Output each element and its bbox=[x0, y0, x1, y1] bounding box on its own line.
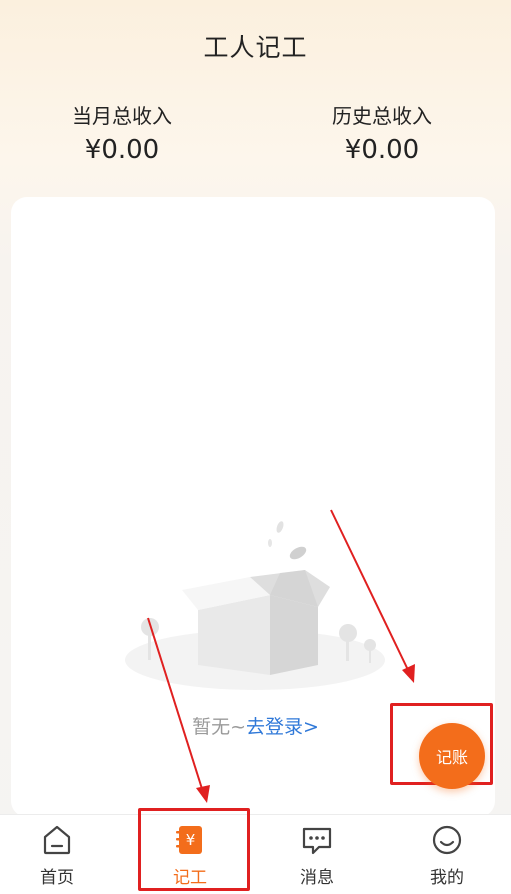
home-icon bbox=[43, 825, 71, 855]
tab-messages[interactable]: 消息 bbox=[277, 823, 357, 888]
tab-home[interactable]: 首页 bbox=[17, 823, 97, 888]
month-income-label: 当月总收入 bbox=[72, 104, 172, 128]
month-income-stat: 当月总收入 ¥0.00 bbox=[22, 100, 222, 165]
history-income-value: ¥0.00 bbox=[344, 135, 420, 165]
login-link[interactable]: 去登录> bbox=[246, 716, 319, 738]
message-icon bbox=[302, 827, 332, 855]
tab-home-label: 首页 bbox=[40, 868, 74, 888]
add-record-label: 记账 bbox=[435, 748, 468, 767]
tab-profile-label: 我的 bbox=[430, 868, 464, 888]
tab-messages-label: 消息 bbox=[300, 868, 334, 888]
add-record-button[interactable]: 记账 bbox=[419, 723, 485, 789]
profile-icon bbox=[432, 825, 462, 855]
bottom-tab-bar: 首页 ¥ 记工 消息 我的 bbox=[0, 814, 511, 894]
month-income-value: ¥0.00 bbox=[84, 135, 160, 165]
history-income-label: 历史总收入 bbox=[332, 104, 432, 128]
tab-highlight-box bbox=[138, 808, 250, 891]
page-title: 工人记工 bbox=[203, 33, 308, 62]
tab-profile[interactable]: 我的 bbox=[407, 823, 487, 888]
history-income-stat: 历史总收入 ¥0.00 bbox=[282, 100, 482, 165]
empty-state-prefix: 暂无~ bbox=[192, 716, 246, 738]
empty-box-illustration bbox=[125, 521, 385, 690]
